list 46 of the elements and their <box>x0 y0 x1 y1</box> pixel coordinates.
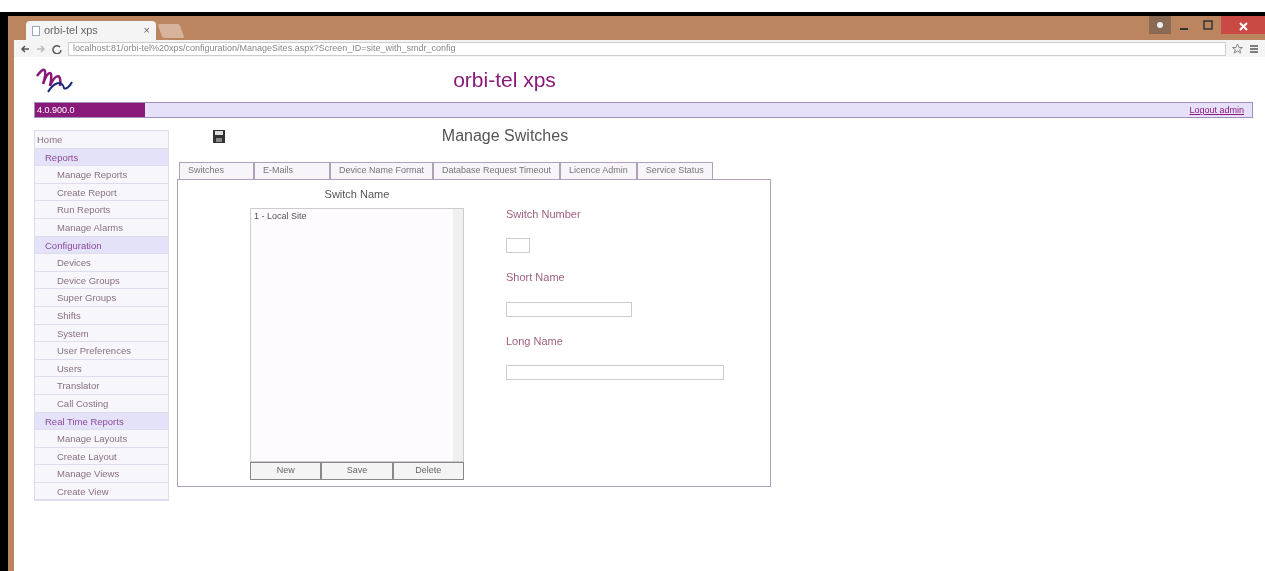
address-bar[interactable]: localhost:81/orbi-tel%20xps/configuration/ManageSites.aspx?Screen_ID=site_with_smdr_config <box>68 41 1226 56</box>
new-tab-button[interactable] <box>157 24 185 38</box>
tab[interactable]: Service Status <box>636 162 713 179</box>
star-icon[interactable] <box>1232 43 1243 54</box>
menu-icon[interactable] <box>1249 43 1259 54</box>
field-label: Long Name <box>506 333 564 349</box>
tab[interactable]: Licence Admin <box>560 162 637 179</box>
switch-list[interactable]: 1 - Local Site <box>250 208 464 462</box>
page-title: Manage Switches <box>440 126 570 146</box>
menu-item[interactable]: Super Groups <box>35 289 168 307</box>
close-icon <box>1238 21 1248 31</box>
menu-item[interactable]: User Preferences <box>35 342 168 360</box>
save-icon[interactable] <box>213 129 225 143</box>
close-button[interactable] <box>1221 16 1265 34</box>
input-field[interactable] <box>506 301 632 317</box>
user-icon[interactable] <box>1149 16 1171 34</box>
browser-tab[interactable]: orbi-tel xps × <box>26 21 156 40</box>
scrollbar[interactable] <box>453 209 463 461</box>
list-heading: Switch Name <box>323 186 391 202</box>
menu-item[interactable]: Manage Views <box>35 465 168 483</box>
input-field[interactable] <box>506 238 530 253</box>
reload-icon[interactable] <box>52 43 62 54</box>
menu-item[interactable]: Run Reports <box>35 201 168 219</box>
tab[interactable]: Database Request Timeout <box>433 162 561 179</box>
list-button[interactable]: Delete <box>392 462 464 480</box>
list-button[interactable]: New <box>250 462 322 480</box>
menu-item[interactable]: Manage Layouts <box>35 430 168 448</box>
page-icon <box>32 25 40 36</box>
version-label: 4.0.900.0 <box>35 103 145 117</box>
menu-item[interactable]: Translator <box>35 377 168 395</box>
menu-item[interactable]: Manage Reports <box>35 166 168 184</box>
list-item[interactable]: 1 - Local Site <box>254 210 307 224</box>
menu-item[interactable]: Devices <box>35 254 168 272</box>
field-label: Short Name <box>506 270 566 285</box>
input-field[interactable] <box>506 365 724 380</box>
tab[interactable]: E-Mails <box>254 162 330 179</box>
app-title: orbi-tel xps <box>452 66 557 93</box>
list-button[interactable]: Save <box>321 462 393 480</box>
menu-item[interactable]: Home <box>35 131 168 149</box>
tab[interactable]: Device Name Format <box>330 162 434 179</box>
close-tab-icon[interactable]: × <box>143 22 150 39</box>
back-icon[interactable] <box>20 43 30 54</box>
logout-link[interactable]: Logout admin <box>1189 103 1252 117</box>
field-label: Switch Number <box>506 206 582 222</box>
forward-icon[interactable] <box>36 43 46 54</box>
tab[interactable]: Switches <box>179 162 254 179</box>
